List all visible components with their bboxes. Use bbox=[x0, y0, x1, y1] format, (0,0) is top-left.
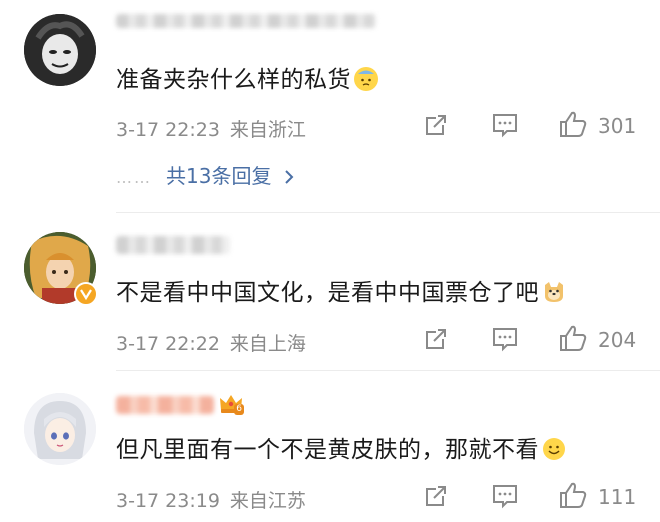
thumbs-up-icon[interactable] bbox=[558, 110, 588, 138]
comment-icon[interactable] bbox=[491, 326, 519, 352]
avatar[interactable] bbox=[24, 393, 96, 465]
comment-location: 来自江苏 bbox=[229, 490, 306, 512]
username-blurred[interactable] bbox=[116, 396, 214, 414]
comment-text: 准备夹杂什么样的私货 bbox=[116, 60, 378, 94]
like-count: 111 bbox=[598, 485, 637, 509]
comment-meta: 3-17 22:22 来自上海 bbox=[116, 329, 306, 356]
share-icon[interactable] bbox=[423, 483, 449, 509]
comment-text: 但凡里面有一个不是黄皮肤的，那就不看 bbox=[116, 430, 566, 464]
replies-label: 共13条回复 bbox=[166, 164, 272, 188]
view-replies-link[interactable]: …… 共13条回复 bbox=[116, 160, 294, 190]
like-count: 204 bbox=[598, 328, 637, 352]
comment-location: 来自上海 bbox=[229, 333, 306, 355]
divider bbox=[116, 370, 660, 371]
verified-badge-icon bbox=[74, 282, 98, 306]
comment-meta: 3-17 23:19 来自江苏 bbox=[116, 486, 306, 513]
doge-emoji bbox=[542, 280, 566, 304]
comment-date: 3-17 23:19 bbox=[116, 490, 220, 512]
username-blurred[interactable] bbox=[116, 14, 376, 28]
like-count: 301 bbox=[598, 114, 637, 138]
avatar[interactable] bbox=[24, 14, 96, 86]
comment-icon[interactable] bbox=[491, 112, 519, 138]
comment-date: 3-17 22:23 bbox=[116, 119, 220, 141]
comment-location: 来自浙江 bbox=[229, 119, 306, 141]
comment-text: 不是看中中国文化，是看中中国票仓了吧 bbox=[116, 273, 566, 307]
chevron-right-icon bbox=[284, 166, 294, 190]
crown-badge-icon: 6 bbox=[218, 392, 244, 415]
replies-dots: …… bbox=[116, 168, 152, 187]
comment-date: 3-17 22:22 bbox=[116, 333, 220, 355]
comment-icon[interactable] bbox=[491, 483, 519, 509]
share-icon[interactable] bbox=[423, 112, 449, 138]
thumbs-up-icon[interactable] bbox=[558, 481, 588, 509]
badge-level: 6 bbox=[234, 404, 244, 415]
username-blurred[interactable] bbox=[116, 236, 230, 254]
share-icon[interactable] bbox=[423, 326, 449, 352]
thumbs-up-icon[interactable] bbox=[558, 324, 588, 352]
smile-emoji bbox=[542, 437, 566, 461]
comment-meta: 3-17 22:23 来自浙江 bbox=[116, 115, 306, 142]
divider bbox=[116, 212, 660, 213]
cold-sweat-emoji bbox=[354, 67, 378, 91]
